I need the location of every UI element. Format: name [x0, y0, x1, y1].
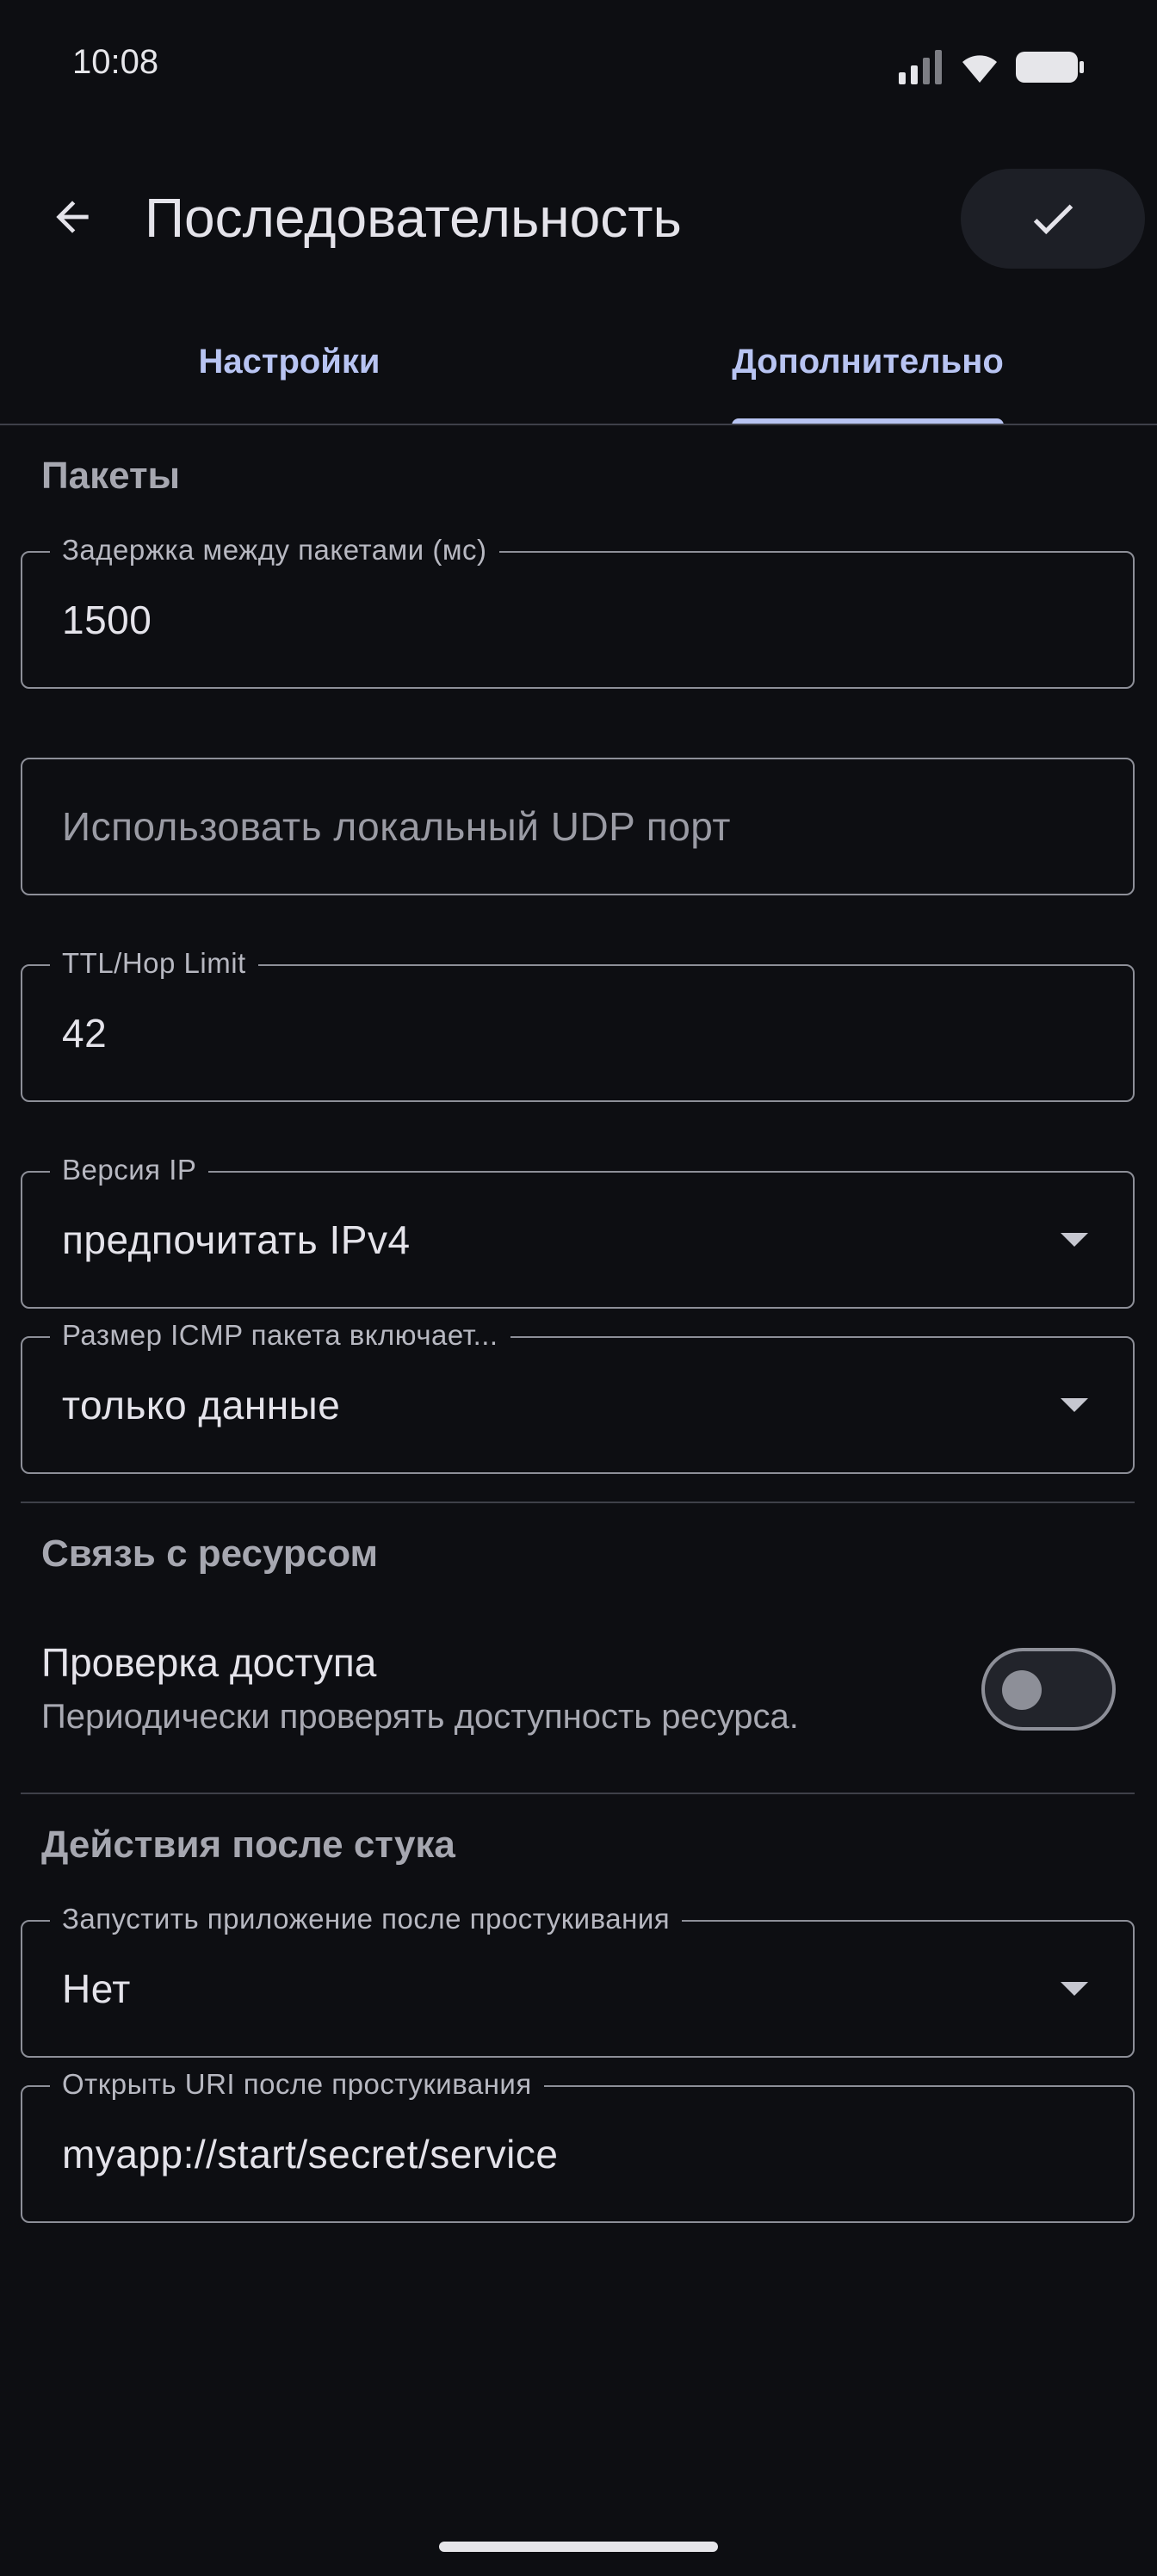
status-icons: [899, 48, 1085, 86]
tab-settings[interactable]: Настройки: [0, 319, 578, 413]
section-divider: [21, 1793, 1135, 1794]
udp-port-placeholder: Использовать локальный UDP порт: [62, 804, 731, 849]
check-icon: [1033, 204, 1073, 235]
access-check-title: Проверка доступа: [41, 1640, 377, 1685]
packet-delay-label: Задержка между пакетами (мс): [50, 534, 499, 567]
open-uri-label: Открыть URI после простукивания: [50, 2068, 544, 2101]
ttl-label: TTL/Hop Limit: [50, 947, 258, 980]
launch-app-label: Запустить приложение после простукивания: [50, 1903, 683, 1935]
access-check-description: Периодически проверять доступность ресур…: [41, 1698, 799, 1736]
wifi-icon: [962, 55, 997, 83]
packet-delay-field[interactable]: Задержка между пакетами (мс) 1500: [21, 534, 1135, 689]
arrow-left-icon: [56, 201, 89, 233]
tab-divider: [0, 424, 1157, 425]
packet-delay-value: 1500: [62, 598, 152, 642]
udp-port-field[interactable]: Использовать локальный UDP порт: [21, 758, 1135, 895]
dropdown-arrow-icon: [1061, 1982, 1088, 1996]
signal-icon: [899, 50, 942, 84]
tab-settings-label: Настройки: [198, 343, 381, 381]
battery-icon: [1016, 52, 1084, 83]
icmp-size-select[interactable]: Размер ICMP пакета включает... только да…: [21, 1319, 1135, 1474]
section-header-after-knock: Действия после стука: [41, 1824, 455, 1866]
section-divider: [21, 1502, 1135, 1503]
dropdown-arrow-icon: [1061, 1398, 1088, 1412]
open-uri-field[interactable]: Открыть URI после простукивания myapp://…: [21, 2068, 1135, 2223]
section-header-packets: Пакеты: [41, 455, 181, 497]
tab-advanced-label: Дополнительно: [732, 343, 1004, 381]
icmp-size-label: Размер ICMP пакета включает...: [50, 1319, 510, 1352]
section-header-resource: Связь с ресурсом: [41, 1533, 379, 1575]
dropdown-arrow-icon: [1061, 1233, 1088, 1247]
ttl-field[interactable]: TTL/Hop Limit 42: [21, 947, 1135, 1102]
home-indicator[interactable]: [439, 2542, 718, 2552]
toggle-thumb: [1002, 1670, 1042, 1710]
access-check-toggle[interactable]: [981, 1648, 1116, 1731]
back-button[interactable]: [34, 179, 110, 255]
tab-advanced[interactable]: Дополнительно: [578, 319, 1157, 413]
page-title: Последовательность: [145, 187, 682, 249]
confirm-button[interactable]: [961, 169, 1145, 269]
ttl-value: 42: [62, 1011, 108, 1056]
launch-app-value: Нет: [62, 1966, 131, 2011]
ip-version-value: предпочитать IPv4: [62, 1217, 411, 1262]
status-time: 10:08: [72, 43, 159, 81]
ip-version-select[interactable]: Версия IP предпочитать IPv4: [21, 1154, 1135, 1309]
open-uri-value: myapp://start/secret/service: [62, 2132, 559, 2177]
launch-app-select[interactable]: Запустить приложение после простукивания…: [21, 1903, 1135, 2058]
icmp-size-value: только данные: [62, 1383, 341, 1427]
ip-version-label: Версия IP: [50, 1154, 209, 1186]
